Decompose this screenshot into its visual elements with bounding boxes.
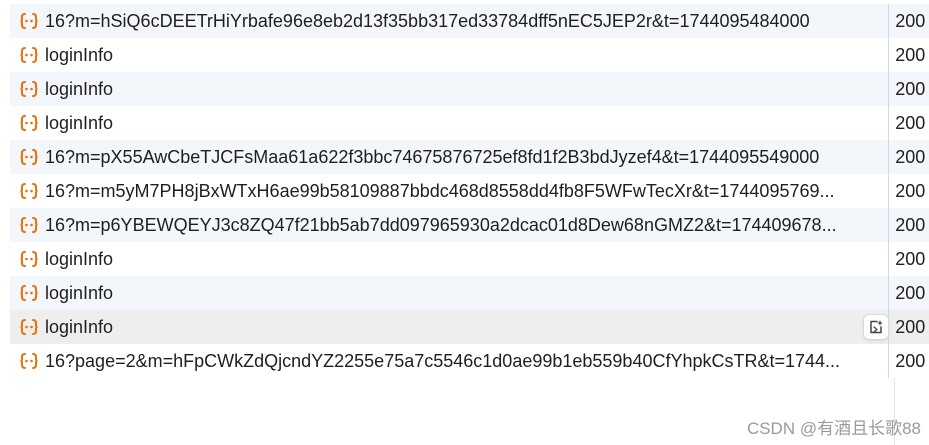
status-cell: 200 (895, 112, 926, 133)
status-cell: 200 (895, 248, 926, 269)
table-row[interactable]: 16?page=2&m=hFpCWkZdQjcndYZ2255e75a7c554… (10, 344, 929, 378)
table-row[interactable]: loginInfo 200 (10, 106, 929, 140)
fetch-xhr-icon (20, 81, 38, 97)
fetch-xhr-icon (20, 217, 38, 233)
table-row[interactable]: loginInfo 200 (10, 310, 929, 344)
name-cell[interactable]: loginInfo (10, 72, 888, 106)
name-cell[interactable]: loginInfo (10, 310, 888, 344)
table-row[interactable]: 16?m=pX55AwCbeTJCFsMaa61a622f3bbc7467587… (10, 140, 929, 174)
status-cell: 200 (895, 350, 926, 371)
request-name: loginInfo (45, 78, 114, 99)
fetch-xhr-icon (20, 285, 38, 301)
status-cell: 200 (895, 146, 926, 167)
name-cell[interactable]: loginInfo (10, 276, 888, 310)
fetch-xhr-icon (20, 319, 38, 335)
name-cell[interactable]: 16?m=p6YBEWQEYJ3c8ZQ47f21bb5ab7dd0979659… (10, 208, 888, 242)
name-cell[interactable]: 16?m=m5yM7PH8jBxWTxH6ae99b58109887bbdc46… (10, 174, 888, 208)
status-cell: 200 (895, 316, 926, 337)
status-cell: 200 (895, 10, 926, 31)
request-name: loginInfo (45, 316, 114, 337)
status-cell: 200 (895, 78, 926, 99)
table-row[interactable]: loginInfo 200 (10, 72, 929, 106)
table-row[interactable]: loginInfo 200 (10, 242, 929, 276)
fetch-xhr-icon (20, 183, 38, 199)
status-cell: 200 (895, 44, 926, 65)
table-row[interactable]: loginInfo 200 (10, 276, 929, 310)
network-request-panel: 16?m=hSiQ6cDEETrHiYrbafe96e8eb2d13f35bb3… (0, 0, 929, 445)
ai-sparkle-icon (870, 320, 883, 334)
request-name: loginInfo (45, 282, 114, 303)
fetch-xhr-icon (20, 149, 38, 165)
request-name: 16?m=pX55AwCbeTJCFsMaa61a622f3bbc7467587… (45, 146, 820, 167)
fetch-xhr-icon (20, 251, 38, 267)
fetch-xhr-icon (20, 47, 38, 63)
fetch-xhr-icon (20, 353, 38, 369)
copy-to-ai-button[interactable] (864, 315, 888, 339)
request-name: 16?page=2&m=hFpCWkZdQjcndYZ2255e75a7c554… (45, 350, 841, 371)
name-cell[interactable]: loginInfo (10, 242, 888, 276)
status-cell: 200 (895, 180, 926, 201)
table-row[interactable]: loginInfo 200 (10, 38, 929, 72)
name-cell[interactable]: 16?m=pX55AwCbeTJCFsMaa61a622f3bbc7467587… (10, 140, 888, 174)
request-name: loginInfo (45, 44, 114, 65)
table-row[interactable]: 16?m=m5yM7PH8jBxWTxH6ae99b58109887bbdc46… (10, 174, 929, 208)
request-name: 16?m=m5yM7PH8jBxWTxH6ae99b58109887bbdc46… (45, 180, 835, 201)
fetch-xhr-icon (20, 13, 38, 29)
name-cell[interactable]: 16?page=2&m=hFpCWkZdQjcndYZ2255e75a7c554… (10, 344, 888, 378)
name-cell[interactable]: 16?m=hSiQ6cDEETrHiYrbafe96e8eb2d13f35bb3… (10, 4, 888, 38)
name-cell[interactable]: loginInfo (10, 106, 888, 140)
status-cell: 200 (895, 214, 926, 235)
request-name: loginInfo (45, 112, 114, 133)
name-cell[interactable]: loginInfo (10, 38, 888, 72)
table-row[interactable]: 16?m=p6YBEWQEYJ3c8ZQ47f21bb5ab7dd0979659… (10, 208, 929, 242)
watermark: CSDN @有酒且长歌88 (746, 419, 921, 438)
request-name: 16?m=p6YBEWQEYJ3c8ZQ47f21bb5ab7dd0979659… (45, 214, 837, 235)
panel-left-edge (0, 0, 10, 445)
table-row[interactable]: 16?m=hSiQ6cDEETrHiYrbafe96e8eb2d13f35bb3… (10, 4, 929, 38)
fetch-xhr-icon (20, 115, 38, 131)
request-name: 16?m=hSiQ6cDEETrHiYrbafe96e8eb2d13f35bb3… (45, 10, 810, 31)
status-cell: 200 (895, 282, 926, 303)
request-name: loginInfo (45, 248, 114, 269)
request-list: 16?m=hSiQ6cDEETrHiYrbafe96e8eb2d13f35bb3… (10, 4, 929, 378)
